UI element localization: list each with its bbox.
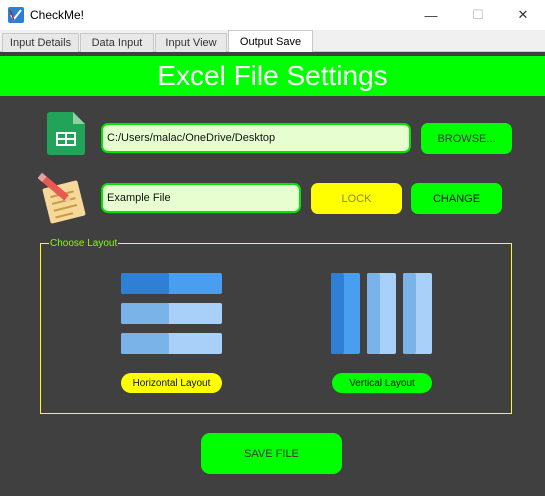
choose-layout-group: Choose Layout Horizontal Layout Vertical… <box>40 238 512 414</box>
vertical-layout-icon[interactable] <box>331 273 433 355</box>
title-bar: CheckMe! — ☐ ✕ <box>0 0 545 30</box>
page-title: Excel File Settings <box>0 56 545 96</box>
notepad-pencil-icon <box>38 172 86 224</box>
save-file-button[interactable]: SAVE FILE <box>201 433 342 474</box>
file-path-input[interactable]: C:/Users/malac/OneDrive/Desktop <box>101 123 411 153</box>
google-sheets-icon <box>47 112 85 155</box>
close-button[interactable]: ✕ <box>500 0 545 30</box>
horizontal-layout-button[interactable]: Horizontal Layout <box>121 373 222 393</box>
minimize-button[interactable]: — <box>408 0 454 30</box>
app-icon <box>8 7 24 23</box>
lock-button[interactable]: LOCK <box>311 183 402 214</box>
output-save-panel: Excel File Settings C:/Users/malac/OneDr… <box>0 52 545 496</box>
vertical-layout-button[interactable]: Vertical Layout <box>332 373 432 393</box>
tab-input-details[interactable]: Input Details <box>2 33 79 52</box>
change-button[interactable]: CHANGE <box>411 183 502 214</box>
maximize-button[interactable]: ☐ <box>455 0 501 30</box>
file-name-input[interactable]: Example File <box>101 183 301 213</box>
horizontal-layout-icon[interactable] <box>121 273 223 355</box>
tab-bar: Input Details Data Input Input View Outp… <box>0 30 545 53</box>
tab-output-save[interactable]: Output Save <box>228 30 313 53</box>
tab-data-input[interactable]: Data Input <box>80 33 154 52</box>
group-title: Choose Layout <box>49 238 119 249</box>
window-title: CheckMe! <box>30 8 85 22</box>
browse-button[interactable]: BROWSE... <box>421 123 512 154</box>
tab-input-view[interactable]: Input View <box>155 33 227 52</box>
